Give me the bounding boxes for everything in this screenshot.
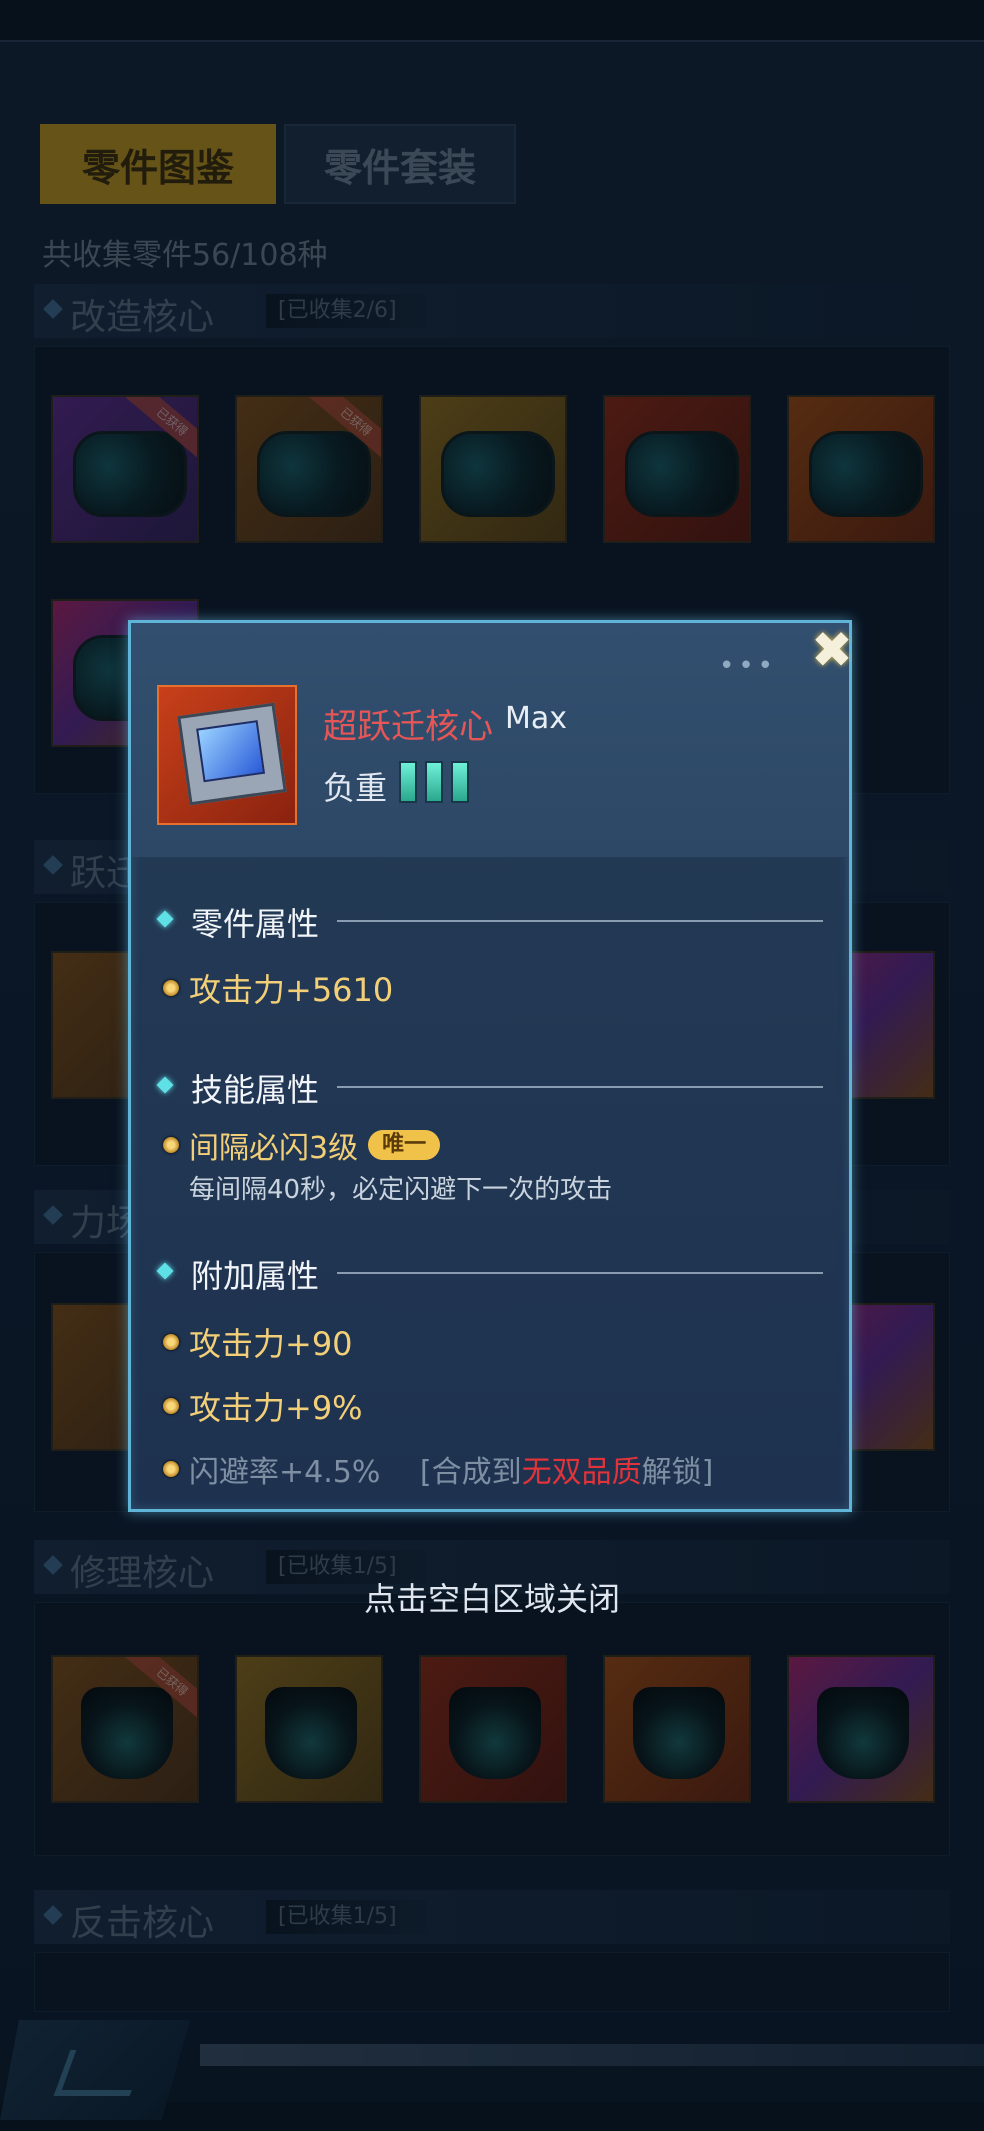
unlock-hint-quality: 无双品质 bbox=[521, 1455, 642, 1490]
dots-icon: ••• bbox=[718, 651, 777, 681]
section-title: 附加属性 bbox=[191, 1257, 320, 1295]
part-detail-popup: ••• 超跃迁核心 Max 负重 零件属性 攻击力+5610 技能属性 间隔必闪… bbox=[128, 620, 852, 1512]
locked-stat-text: 闪避率+4.5% [合成到无双品质解锁] bbox=[189, 1447, 713, 1491]
coin-icon bbox=[163, 980, 179, 996]
coin-icon bbox=[163, 1334, 179, 1350]
skill-row: 间隔必闪3级 唯一 bbox=[163, 1123, 441, 1167]
coin-icon bbox=[163, 1137, 179, 1153]
unlock-hint-suffix: 解锁] bbox=[641, 1455, 714, 1490]
chip-icon bbox=[177, 702, 287, 806]
part-level: Max bbox=[505, 701, 568, 736]
locked-stat-value: 闪避率+4.5% bbox=[189, 1455, 381, 1490]
skill-description: 每间隔40秒，必定闪避下一次的攻击 bbox=[189, 1175, 613, 1205]
weight-bar bbox=[425, 761, 443, 803]
section-divider bbox=[337, 1272, 823, 1274]
section-part-attr: 零件属性 bbox=[155, 899, 825, 943]
part-name: 超跃迁核心 bbox=[323, 707, 493, 747]
skill-name: 间隔必闪3级 bbox=[189, 1131, 359, 1166]
stat-text: 攻击力+90 bbox=[189, 1325, 353, 1363]
stat-row: 攻击力+9% bbox=[163, 1383, 363, 1429]
section-divider bbox=[337, 920, 823, 922]
section-skill-attr: 技能属性 bbox=[155, 1065, 825, 1109]
locked-stat-row: 闪避率+4.5% [合成到无双品质解锁] bbox=[163, 1447, 713, 1491]
weight-bars bbox=[399, 761, 469, 803]
part-icon bbox=[157, 685, 297, 825]
weight-bar bbox=[399, 761, 417, 803]
coin-icon bbox=[163, 1398, 179, 1414]
close-icon[interactable]: ✖ bbox=[808, 625, 856, 675]
section-title: 零件属性 bbox=[191, 905, 320, 943]
unique-badge: 唯一 bbox=[368, 1130, 441, 1160]
stat-row: 攻击力+90 bbox=[163, 1319, 353, 1365]
stat-text: 攻击力+9% bbox=[189, 1389, 363, 1427]
coin-icon bbox=[163, 1461, 179, 1477]
section-divider bbox=[337, 1086, 823, 1088]
diamond-icon bbox=[156, 1262, 174, 1280]
section-title: 技能属性 bbox=[191, 1071, 320, 1109]
weight-bar bbox=[451, 761, 469, 803]
diamond-icon bbox=[156, 910, 174, 928]
weight-label: 负重 bbox=[323, 769, 388, 807]
close-hint: 点击空白区域关闭 bbox=[363, 1580, 620, 1618]
section-extra-attr: 附加属性 bbox=[155, 1251, 825, 1295]
stat-row: 攻击力+5610 bbox=[163, 965, 393, 1011]
unlock-hint-prefix: [合成到 bbox=[419, 1455, 522, 1490]
diamond-icon bbox=[156, 1076, 174, 1094]
stat-text: 攻击力+5610 bbox=[189, 971, 394, 1009]
